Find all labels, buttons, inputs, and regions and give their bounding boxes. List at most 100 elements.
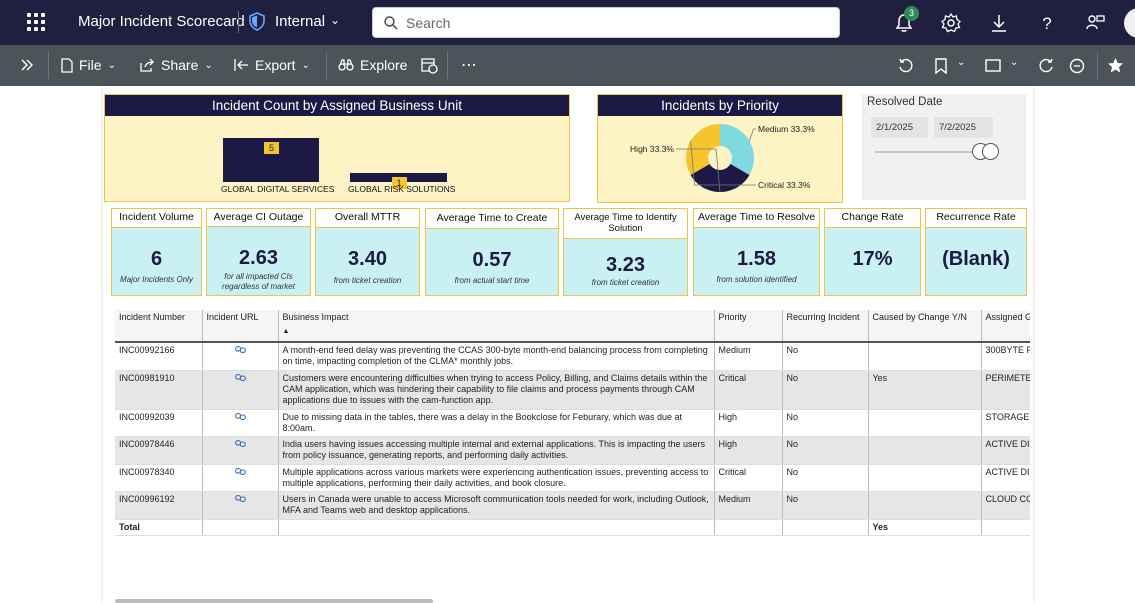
incident-url-link[interactable] [202,436,279,465]
incident-table: Incident Number Incident URL Business Im… [115,310,1030,536]
feedback-icon[interactable] [1084,12,1106,34]
table-row[interactable]: INC00978340 Multiple applications across … [115,464,1030,492]
caused-by-change [868,342,982,371]
link-icon[interactable] [235,373,246,381]
shield-icon [249,12,265,31]
share-menu[interactable]: Share ⌄ [140,57,213,73]
table-row[interactable]: INC00992039 Due to missing data in the ta… [115,409,1030,437]
subscribe-icon[interactable] [421,57,438,74]
app-launcher-icon[interactable] [27,13,45,31]
kpi-average-ci-outage[interactable]: Average CI Outage 2.63 for all impacted … [206,208,311,296]
link-icon[interactable] [235,467,246,475]
link-icon[interactable] [235,440,246,448]
kpi-subtitle: for all impacted CIs regardless of marke… [222,272,295,291]
kpi-overall-mttr[interactable]: Overall MTTR 3.40 from ticket creation [315,208,420,296]
resolved-date-slicer[interactable]: Resolved Date 2/1/2025 7/2/2025 [862,94,1026,200]
incident-url-link[interactable] [202,342,279,371]
incident-table-container: Incident Number Incident URL Business Im… [115,310,1030,540]
pie-slice[interactable] [720,124,754,175]
column-header[interactable]: Priority [714,310,783,343]
export-menu[interactable]: Export ⌄ [234,57,310,73]
slice-label: Medium 33.3% [758,124,815,134]
kpi-label: Average CI Outage [207,209,310,227]
report-toolbar: File ⌄ Share ⌄ Export ⌄ Explore ⋯ ⌄ ⌄ [0,45,1135,86]
comment-icon[interactable] [1069,58,1085,74]
divider [238,11,239,33]
column-header[interactable]: Incident URL [202,310,279,343]
incident-url-link[interactable] [202,409,279,437]
caused-by-change [868,436,982,465]
recurring-incident: No [782,464,869,492]
kpi-average-time-to-create[interactable]: Average Time to Create 0.57 from actual … [425,208,559,296]
kpi-label: Overall MTTR [316,209,419,228]
favorite-star-icon[interactable] [1107,57,1124,74]
priority: High [714,409,783,437]
end-date-input[interactable]: 7/2/2025 [934,117,993,138]
report-title[interactable]: Major Incident Scorecard [78,13,245,30]
kpi-recurrence-rate[interactable]: Recurrence Rate (Blank) [925,208,1027,296]
kpi-value: 3.23 [606,254,645,276]
recurring-incident: No [782,409,869,437]
priority-chart[interactable]: Incidents by Priority Medium 33.3% High 3… [597,94,843,203]
table-row[interactable]: INC00996192 Users in Canada were unable t… [115,491,1030,520]
gear-icon[interactable] [940,12,962,34]
file-menu[interactable]: File ⌄ [61,57,116,73]
search-input[interactable] [406,13,826,33]
help-icon[interactable]: ? [1036,12,1058,34]
chevron-down-icon[interactable]: ⌄ [1010,57,1018,68]
assigned-group: STORAGE [981,409,1030,437]
share-label: Share [161,57,199,73]
slider-end-handle[interactable] [982,143,999,160]
start-date-input[interactable]: 2/1/2025 [871,117,928,138]
business-impact: Customers were encountering difficulties… [278,370,715,410]
kpi-change-rate[interactable]: Change Rate 17% [824,208,921,296]
incident-url-link[interactable] [202,491,279,520]
kpi-label: Average Time to Identify Solution [564,209,687,239]
link-icon[interactable] [235,495,246,503]
bookmark-icon[interactable] [934,58,948,74]
column-header[interactable]: Recurring Incident [782,310,869,343]
avatar[interactable] [1124,8,1135,38]
column-header[interactable]: Caused by Change Y/N [868,310,982,343]
download-icon[interactable] [988,12,1010,34]
chart-title: Incidents by Priority [598,95,842,116]
horizontal-scrollbar[interactable] [115,599,433,603]
column-header[interactable]: Assigned G [981,310,1030,343]
incident-number: INC00996192 [115,491,203,520]
incident-number: INC00992166 [115,342,203,371]
kpi-average-time-to-identify-solution[interactable]: Average Time to Identify Solution 3.23 f… [563,208,688,296]
kpi-value: 1.58 [737,248,776,270]
table-row[interactable]: INC00992166 A month-end feed delay was pr… [115,342,1030,371]
business-impact: Due to missing data in the tables, there… [278,409,715,437]
explore-button[interactable]: Explore [338,57,407,73]
refresh-icon[interactable] [1038,58,1054,74]
expand-pane-icon[interactable] [20,58,34,72]
column-header[interactable]: Incident Number [115,310,203,343]
priority-donut: Medium 33.3% High 33.3% Critical 33.3% [630,124,815,193]
total-label: Total [115,518,203,536]
chevron-down-icon[interactable]: ⌄ [330,13,340,27]
incident-url-link[interactable] [202,464,279,492]
reset-icon[interactable] [898,58,914,74]
kpi-incident-volume[interactable]: Incident Volume 6 Major Incidents Only [111,208,202,296]
priority: Critical [714,464,783,492]
sensitivity-label[interactable]: Internal [275,13,325,30]
table-row[interactable]: INC00981910 Customers were encountering d… [115,370,1030,410]
link-icon[interactable] [235,346,246,354]
business-unit-chart[interactable]: Incident Count by Assigned Business Unit… [104,94,570,202]
column-header[interactable]: Business Impact ▲ [278,310,715,343]
view-icon[interactable] [985,59,1001,72]
table-row[interactable]: INC00978446 India users having issues acc… [115,436,1030,465]
more-options-icon[interactable]: ⋯ [461,55,477,75]
incident-url-link[interactable] [202,370,279,410]
chevron-down-icon[interactable]: ⌄ [957,57,965,68]
kpi-average-time-to-resolve[interactable]: Average Time to Resolve 1.58 from soluti… [693,208,820,296]
kpi-subtitle: from actual start time [454,276,530,285]
incident-number: INC00978446 [115,436,203,465]
total-cell [782,518,869,536]
export-label: Export [255,57,296,73]
search-box[interactable] [372,7,840,38]
slice-label: High 33.3% [630,144,674,154]
link-icon[interactable] [235,412,246,420]
category-label: GLOBAL RISK SOLUTIONS [348,184,456,194]
